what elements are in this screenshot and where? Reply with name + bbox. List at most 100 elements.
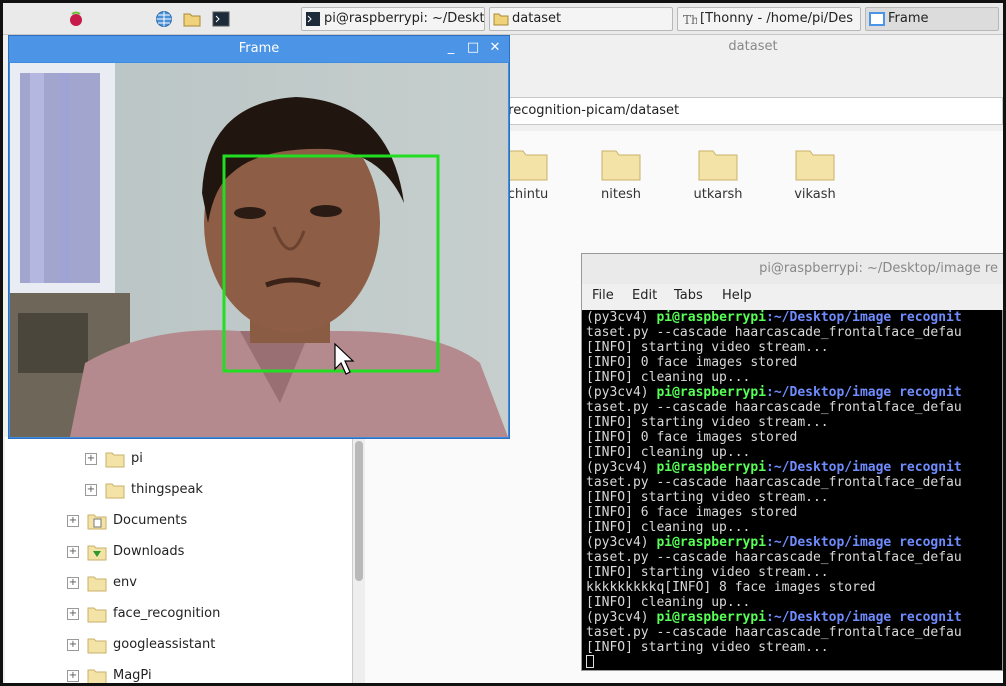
folder-label: nitesh — [601, 187, 641, 202]
menu-tabs[interactable]: Tabs — [674, 288, 703, 303]
terminal-line: taset.py --cascade haarcascade_frontalfa… — [586, 325, 962, 340]
expand-icon[interactable]: + — [67, 515, 79, 527]
expand-icon[interactable]: + — [85, 453, 97, 465]
scrollbar-thumb[interactable] — [355, 441, 363, 581]
tree-item-label: googleassistant — [113, 637, 216, 652]
menu-help[interactable]: Help — [722, 288, 752, 303]
prompt-user: pi@raspberrypi — [656, 610, 767, 625]
terminal-line: [INFO] starting video stream... — [586, 565, 829, 580]
terminal-line: (py3cv4) pi@raspberrypi:~/Desktop/image … — [586, 535, 1000, 550]
task-label: Frame — [888, 11, 929, 26]
folder-icon — [601, 150, 641, 181]
terminal-line: [INFO] 0 face images stored — [586, 355, 798, 370]
web-browser-icon[interactable] — [155, 10, 173, 28]
expand-icon[interactable]: + — [67, 546, 79, 558]
file-manager-icon[interactable] — [183, 10, 201, 28]
folder-icon — [87, 638, 107, 654]
terminal-line: (py3cv4) pi@raspberrypi:~/Desktop/image … — [586, 610, 1000, 625]
tree-item-label: pi — [131, 451, 143, 466]
terminal-line: taset.py --cascade haarcascade_frontalfa… — [586, 550, 962, 565]
terminal-line: taset.py --cascade haarcascade_frontalfa… — [586, 400, 962, 415]
text-cursor — [586, 655, 594, 668]
prompt-user: pi@raspberrypi — [656, 310, 767, 325]
expand-icon[interactable]: + — [67, 670, 79, 682]
tree-scrollbar[interactable] — [353, 437, 365, 683]
expand-icon[interactable]: + — [67, 577, 79, 589]
terminal-window: pi@raspberrypi: ~/Desktop/image re File … — [581, 253, 1003, 671]
prompt-user: pi@raspberrypi — [656, 385, 767, 400]
terminal-icon[interactable] — [212, 10, 230, 28]
tree-item-label: face_recognition — [113, 606, 221, 621]
camera-feed — [10, 63, 508, 437]
prompt-path: :~/Desktop/image recognit — [766, 535, 962, 550]
task-label: pi@raspberrypi: ~/Deskt — [324, 11, 485, 26]
task-thonny[interactable]: Th [Thonny - /home/pi/Des — [677, 7, 861, 31]
folder-icon — [698, 150, 738, 181]
folder-item[interactable]: utkarsh — [673, 147, 763, 202]
prompt-env: (py3cv4) — [586, 535, 657, 550]
thonny-icon: Th — [683, 13, 697, 27]
terminal-line: (py3cv4) pi@raspberrypi:~/Desktop/image … — [586, 310, 1000, 325]
prompt-path: :~/Desktop/image recognit — [766, 460, 962, 475]
folder-icon — [795, 150, 835, 181]
frame-title-bar[interactable]: Frame _ □ ✕ — [9, 36, 509, 62]
terminal-line: [INFO] starting video stream... — [586, 415, 829, 430]
terminal-line: taset.py --cascade haarcascade_frontalfa… — [586, 475, 962, 490]
folder-item[interactable]: nitesh — [576, 147, 666, 202]
camera-image — [10, 63, 508, 437]
task-frame[interactable]: Frame — [865, 7, 999, 31]
folder-icon — [493, 13, 509, 26]
svg-text:Th: Th — [683, 13, 697, 27]
documents-folder-icon — [87, 514, 107, 530]
terminal-line: (py3cv4) pi@raspberrypi:~/Desktop/image … — [586, 385, 1000, 400]
terminal-line: kkkkkkkkkq[INFO] 8 face images stored — [586, 580, 876, 595]
prompt-path: :~/Desktop/image recognit — [766, 310, 962, 325]
terminal-line: [INFO] starting video stream... — [586, 340, 829, 355]
prompt-user: pi@raspberrypi — [656, 460, 767, 475]
task-label: [Thonny - /home/pi/Des — [700, 11, 853, 26]
prompt-path: :~/Desktop/image recognit — [766, 610, 962, 625]
path-bar[interactable]: e recognition-picam/dataset — [483, 97, 1003, 125]
expand-icon[interactable]: + — [85, 484, 97, 496]
close-icon[interactable]: ✕ — [487, 40, 503, 56]
folder-icon — [87, 669, 107, 683]
terminal-line: [INFO] cleaning up... — [586, 370, 751, 385]
folder-icon — [87, 607, 107, 623]
terminal-line: [INFO] cleaning up... — [586, 595, 751, 610]
task-label: dataset — [512, 11, 562, 26]
folder-label: vikash — [794, 187, 836, 202]
expand-icon[interactable]: + — [67, 608, 79, 620]
task-dataset[interactable]: dataset — [489, 7, 673, 31]
minimize-icon[interactable]: _ — [443, 40, 459, 56]
terminal-menubar: File Edit Tabs Help — [582, 284, 1003, 310]
frame-window: Frame _ □ ✕ — [8, 35, 510, 439]
desktop-screen: pi@raspberrypi: ~/Deskt dataset Th [Thon… — [3, 3, 1003, 683]
prompt-env: (py3cv4) — [586, 310, 657, 325]
folder-item[interactable]: vikash — [770, 147, 860, 202]
window-icon — [869, 12, 885, 26]
tree-item-label: Documents — [113, 513, 188, 528]
terminal-line: [INFO] 0 face images stored — [586, 430, 798, 445]
tree-item-label: env — [113, 575, 137, 590]
terminal-line: taset.py --cascade haarcascade_frontalfa… — [586, 625, 962, 640]
raspberry-menu-icon[interactable] — [67, 10, 85, 28]
tree-item-label: thingspeak — [131, 482, 203, 497]
maximize-icon[interactable]: □ — [465, 40, 481, 56]
prompt-env: (py3cv4) — [586, 460, 657, 475]
terminal-line: [INFO] starting video stream... — [586, 640, 829, 655]
tree-item-label: MagPi — [113, 668, 152, 683]
terminal-line: [INFO] 6 face images stored — [586, 505, 798, 520]
menu-file[interactable]: File — [592, 288, 614, 303]
folder-icon — [508, 150, 548, 181]
window-title: dataset — [728, 39, 778, 54]
prompt-env: (py3cv4) — [586, 385, 657, 400]
terminal-line: [INFO] cleaning up... — [586, 520, 751, 535]
terminal-title[interactable]: pi@raspberrypi: ~/Desktop/image re — [582, 254, 1003, 284]
tree-item-label: Downloads — [113, 544, 185, 559]
task-terminal[interactable]: pi@raspberrypi: ~/Deskt — [301, 7, 485, 31]
terminal-output[interactable]: (py3cv4) pi@raspberrypi:~/Desktop/image … — [586, 310, 1000, 668]
menu-edit[interactable]: Edit — [632, 288, 657, 303]
directory-tree: + pi + thingspeak + Documents + Download… — [5, 437, 353, 683]
prompt-user: pi@raspberrypi — [656, 535, 767, 550]
expand-icon[interactable]: + — [67, 639, 79, 651]
